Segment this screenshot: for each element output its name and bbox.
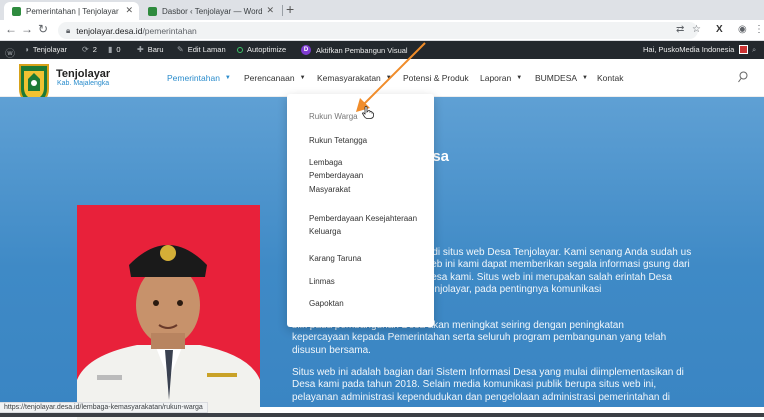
chevron-down-icon: ▼ [299,75,306,81]
reload-icon[interactable]: ↻ [36,22,50,36]
tab-title: Pemerintahan | Tenjolayar [26,6,119,16]
profile-icon[interactable]: ◉ [738,24,747,35]
admin-site-link[interactable]: ◑ Tenjolayar [24,45,67,54]
admin-comments[interactable]: ▮ 0 [108,45,121,54]
chevron-down-icon: ▼ [516,75,523,81]
address-bar[interactable]: 🔒︎ tenjolayar.desa.id/pemerintahan [58,22,698,39]
new-tab-button[interactable]: + [286,1,294,17]
tab-pemerintahan[interactable]: Pemerintahan | Tenjolayar ✕ [4,2,139,20]
tab-separator [282,5,283,16]
forward-icon[interactable]: → [20,22,34,36]
status-bar-url: https://tenjolayar.desa.id/lembaga-kemas… [0,402,208,413]
tab-dasbor[interactable]: Dasbor ‹ Tenjolayar — WordPress ✕ [140,2,280,20]
portrait-figure-icon [77,245,260,420]
admin-account[interactable]: Hai, PuskoMedia Indonesia [643,45,749,54]
back-icon[interactable]: ← [4,22,18,36]
nav-laporan[interactable]: Laporan ▼ [480,73,522,83]
nav-kontak[interactable]: Kontak [597,73,623,83]
taskbar-strip [0,413,764,417]
plus-icon: ✚ [137,45,144,54]
favicon-icon [12,6,21,16]
pencil-icon: ✎ [177,45,184,54]
dropdown-item-karang-taruna[interactable]: Karang Taruna [309,252,429,265]
chevron-down-icon: ▼ [582,75,588,81]
official-portrait-image [77,205,260,420]
site-name[interactable]: Tenjolayar [56,68,110,80]
avatar [739,45,749,54]
url-host: tenjolayar.desa.id [76,25,143,36]
extension-x-icon[interactable]: X [716,24,723,35]
admin-updates[interactable]: ⟳ 2 [82,45,97,54]
site-tagline: Kab. Majalengka [57,80,110,87]
translate-icon[interactable]: ⇄ [676,24,684,35]
browser-tab-bar: Pemerintahan | Tenjolayar ✕ Dasbor ‹ Ten… [0,0,764,20]
divi-icon: D [301,45,311,55]
admin-edit-page[interactable]: ✎ Edit Laman [177,45,226,54]
updates-icon: ⟳ [82,45,89,54]
lock-icon: 🔒︎ [66,25,71,35]
nav-perencanaan[interactable]: Perencanaan ▼ [244,73,306,83]
nav-bumdesa[interactable]: BUMDESA ▼ [535,73,588,83]
dashboard-icon: ◑ [24,45,29,54]
browser-toolbar: ← → ↻ 🔒︎ tenjolayar.desa.id/pemerintahan… [0,20,764,41]
chevron-down-icon: ▼ [224,75,231,81]
tab-title: Dasbor ‹ Tenjolayar — WordPress [162,6,262,16]
status-dot-icon [237,46,243,53]
admin-autoptimize[interactable]: Autoptimize [237,45,286,54]
wordpress-logo-icon[interactable]: ⓦ [5,45,19,60]
kemasyarakatan-dropdown-menu: Rukun Warga Rukun Tetangga Lembaga Pembe… [287,94,434,327]
nav-pemerintahan[interactable]: Pemerintahan ▼ [167,73,231,83]
dropdown-item-rukun-tetangga[interactable]: Rukun Tetangga [309,134,429,147]
intro-paragraph: g di situs web Desa Tenjolayar. Kami sen… [424,247,692,295]
third-paragraph: Situs web ini adalah bagian dari Sistem … [292,367,684,403]
admin-new[interactable]: ✚ Baru [137,45,164,54]
search-icon[interactable] [738,71,748,83]
annotation-arrow-icon [356,42,426,112]
menu-kebab-icon[interactable]: ⋮ [754,24,764,35]
hand-cursor-icon [362,106,374,119]
dropdown-item-linmas[interactable]: Linmas [309,275,429,288]
dropdown-item-gapoktan[interactable]: Gapoktan [309,297,429,310]
url-path: /pemerintahan [142,25,197,36]
comment-icon: ▮ [108,45,113,54]
close-icon[interactable]: ✕ [266,5,274,16]
close-icon[interactable]: ✕ [125,5,133,16]
favicon-icon [148,6,157,16]
bookmark-star-icon[interactable]: ☆ [692,24,701,35]
dropdown-item-lpm[interactable]: Lembaga Pemberdayaan Masyarakat [309,156,379,196]
dropdown-item-pkk[interactable]: Pemberdayaan Kesejahteraan Keluarga [309,212,419,239]
admin-search-icon[interactable]: ⌕ [752,45,756,55]
